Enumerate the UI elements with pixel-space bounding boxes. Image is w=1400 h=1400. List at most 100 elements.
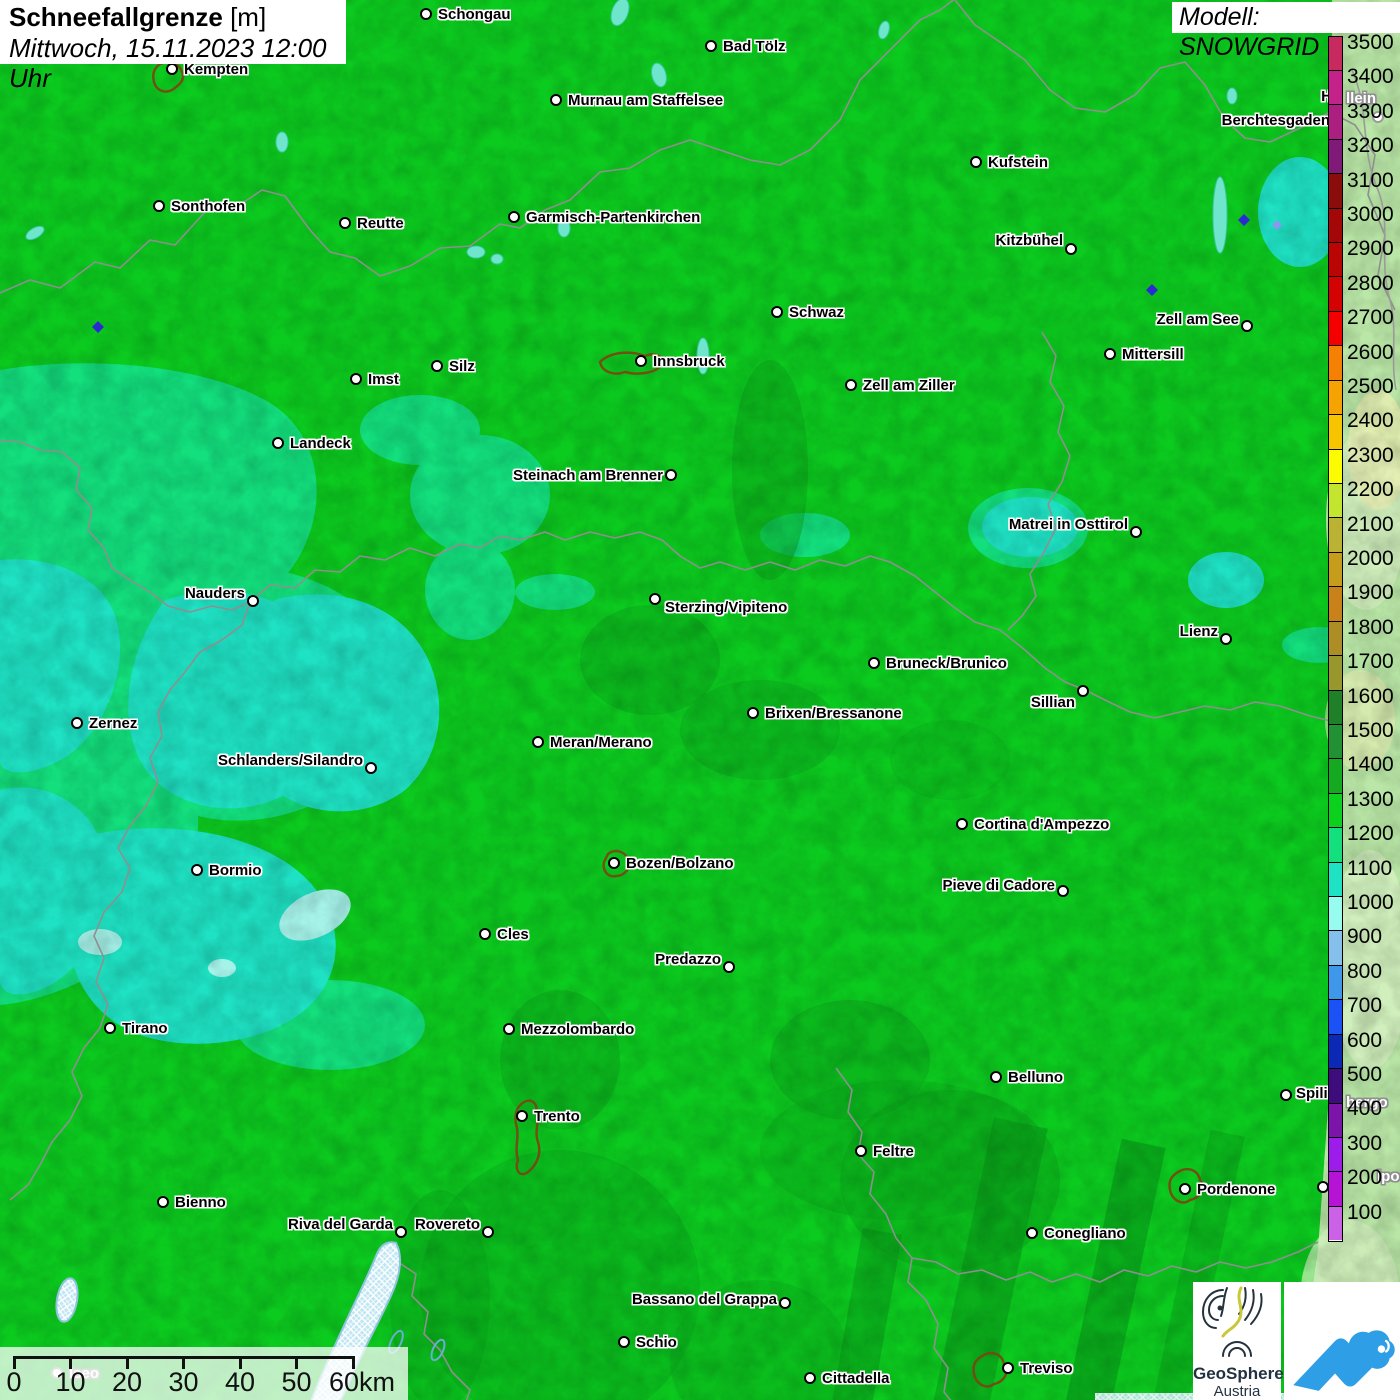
city-dot bbox=[779, 1297, 791, 1309]
city-dot bbox=[1002, 1362, 1014, 1374]
colorbar-segment bbox=[1329, 277, 1342, 312]
colorbar-segment bbox=[1329, 243, 1342, 278]
city-dot bbox=[516, 1110, 528, 1122]
city-dot bbox=[272, 437, 284, 449]
city-label: Predazzo bbox=[655, 950, 721, 968]
city-label: Treviso bbox=[1020, 1359, 1073, 1377]
city-dot bbox=[845, 379, 857, 391]
city-dot bbox=[855, 1145, 867, 1157]
partner-logo[interactable] bbox=[1284, 1282, 1400, 1400]
city-dot bbox=[665, 469, 677, 481]
city-dot bbox=[1104, 348, 1116, 360]
city-dot bbox=[1220, 633, 1232, 645]
city-label: Berchtesgaden bbox=[1221, 111, 1330, 129]
city-dot bbox=[608, 857, 620, 869]
city-label: Zell am See bbox=[1156, 310, 1239, 328]
geosphere-country: Austria bbox=[1213, 1383, 1261, 1400]
colorbar-segment bbox=[1329, 1206, 1342, 1241]
city-dot bbox=[1077, 685, 1089, 697]
city-dot bbox=[1130, 526, 1142, 538]
colorbar-segment bbox=[1329, 931, 1342, 966]
city-dot bbox=[1241, 320, 1253, 332]
colorbar-segment bbox=[1329, 36, 1342, 71]
colorbar-segment bbox=[1329, 1138, 1342, 1173]
colorbar-segment bbox=[1329, 1000, 1342, 1035]
colorbar-segment bbox=[1329, 828, 1342, 863]
city-label: Zernez bbox=[89, 714, 138, 732]
city-dot bbox=[395, 1226, 407, 1238]
colorbar-segment bbox=[1329, 415, 1342, 450]
city-label: Nauders bbox=[184, 584, 245, 602]
colorbar-segment bbox=[1329, 70, 1342, 106]
scale-bar-label: 50 bbox=[281, 1367, 312, 1397]
colorbar-segment bbox=[1329, 656, 1342, 691]
weather-map-page: Schongau Bad Tölz Kempten Murnau am Staffel… bbox=[0, 0, 1400, 1400]
geosphere-name: GeoSphere bbox=[1193, 1364, 1284, 1383]
city-label: Bassano del Grappa bbox=[631, 1290, 777, 1308]
colorbar-segment bbox=[1329, 449, 1342, 484]
colorbar-segment bbox=[1329, 862, 1342, 898]
city-dot bbox=[1280, 1089, 1292, 1101]
city-label: Schio bbox=[636, 1333, 677, 1351]
city-label: Landeck bbox=[290, 434, 351, 452]
city-dot bbox=[723, 961, 735, 973]
city-dot bbox=[1065, 243, 1077, 255]
colorbar-segment bbox=[1329, 380, 1342, 416]
city-dot bbox=[71, 717, 83, 729]
colorbar-segment bbox=[1329, 139, 1342, 175]
colorbar-segment bbox=[1329, 793, 1342, 829]
city-dot bbox=[970, 156, 982, 168]
city-label: Bad Tölz bbox=[723, 37, 786, 55]
colorbar bbox=[1328, 35, 1343, 1242]
colorbar-segment bbox=[1329, 965, 1342, 1001]
city-dot bbox=[339, 217, 351, 229]
city-dot bbox=[705, 40, 717, 52]
city-label: Reutte bbox=[357, 214, 404, 232]
city-label: Sterzing/Vipiteno bbox=[665, 598, 788, 616]
city-label: Schlanders/Silandro bbox=[217, 751, 363, 769]
model-label: Modell: SNOWGRID bbox=[1172, 2, 1400, 61]
colorbar-segment bbox=[1329, 208, 1342, 244]
city-label: Sonthofen bbox=[171, 197, 246, 215]
city-dot bbox=[1372, 111, 1384, 123]
city-label: Pieve di Cadore bbox=[942, 876, 1055, 894]
colorbar-segment bbox=[1329, 552, 1342, 588]
colorbar-segment bbox=[1329, 897, 1342, 932]
city-dot bbox=[868, 657, 880, 669]
title-unit: [m] bbox=[222, 2, 267, 32]
city-label: Schongau bbox=[438, 5, 511, 23]
mountain-icon bbox=[1293, 1330, 1395, 1391]
geosphere-logo[interactable]: GeoSphere Austria bbox=[1193, 1282, 1284, 1400]
scale-bar: 0 10 20 30 40 50 60km bbox=[0, 1347, 408, 1400]
city-dot bbox=[503, 1023, 515, 1035]
city-label: Meran/Merano bbox=[550, 733, 652, 751]
city-dot bbox=[532, 736, 544, 748]
city-dot bbox=[747, 707, 759, 719]
city-label: Trento bbox=[534, 1107, 580, 1125]
city-dot bbox=[956, 818, 968, 830]
city-dot bbox=[350, 373, 362, 385]
city-dot bbox=[990, 1071, 1002, 1083]
city-dot bbox=[482, 1226, 494, 1238]
city-label: Rovereto bbox=[414, 1215, 480, 1233]
city-label: Sillian bbox=[1030, 693, 1075, 711]
city-label: Bienno bbox=[175, 1193, 226, 1211]
colorbar-segment bbox=[1329, 311, 1342, 347]
colorbar-segment bbox=[1329, 1172, 1342, 1207]
city-dot bbox=[431, 360, 443, 372]
city-dot bbox=[104, 1022, 116, 1034]
city-dot bbox=[508, 211, 520, 223]
city-label: Bruneck/Brunico bbox=[886, 654, 1007, 672]
colorbar-segment bbox=[1329, 174, 1342, 209]
city-label-layer: Schongau Bad Tölz Kempten Murnau am Staffel… bbox=[0, 0, 1400, 1400]
city-dot bbox=[153, 200, 165, 212]
city-label: Pordenone bbox=[1197, 1180, 1276, 1198]
city-label: Cortina d'Ampezzo bbox=[974, 815, 1110, 833]
colorbar-segment bbox=[1329, 1103, 1342, 1138]
colorbar-segment bbox=[1329, 1034, 1342, 1070]
city-label: Kitzbühel bbox=[995, 231, 1064, 249]
city-dot bbox=[1057, 885, 1069, 897]
city-label: Riva del Garda bbox=[287, 1215, 393, 1233]
title-box: Schneefallgrenze [m] Mittwoch, 15.11.202… bbox=[0, 0, 346, 93]
colorbar-segment bbox=[1329, 587, 1342, 622]
